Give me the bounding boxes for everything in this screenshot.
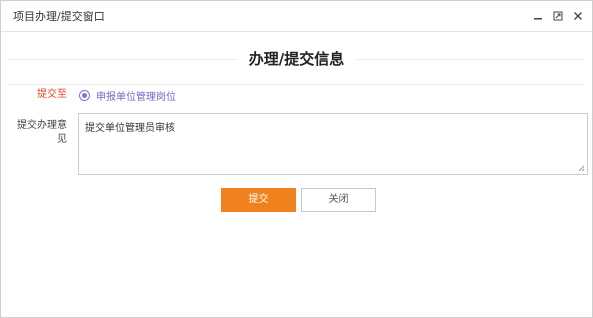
opinion-text: 提交单位管理员审核 — [85, 123, 175, 134]
window-title: 项目办理/提交窗口 — [13, 10, 105, 23]
title-bar: 项目办理/提交窗口 — [1, 1, 592, 32]
resize-grip-icon[interactable] — [578, 165, 585, 172]
minimize-icon[interactable] — [532, 10, 544, 22]
heading-section: 办理/提交信息 — [9, 32, 584, 85]
submit-to-radio-option[interactable]: 申报单位管理岗位 — [79, 88, 176, 103]
maximize-icon[interactable] — [552, 10, 564, 22]
radio-selected-dot — [82, 93, 87, 98]
page-title: 办理/提交信息 — [236, 48, 357, 69]
opinion-textarea[interactable]: 提交单位管理员审核 — [78, 113, 588, 175]
close-icon[interactable] — [572, 10, 584, 22]
close-button[interactable]: 关闭 — [301, 188, 376, 212]
window-controls — [532, 10, 584, 22]
radio-option-label: 申报单位管理岗位 — [96, 92, 176, 103]
opinion-label: 提交办理意见 — [17, 120, 67, 145]
radio-button[interactable] — [79, 90, 90, 101]
dialog-window: 项目办理/提交窗口 办理/提交信息 提交至 申报单位管理岗位 提交办理意见 提交… — [0, 0, 593, 318]
submit-button[interactable]: 提交 — [221, 188, 296, 212]
submit-to-label: 提交至 — [37, 89, 67, 100]
